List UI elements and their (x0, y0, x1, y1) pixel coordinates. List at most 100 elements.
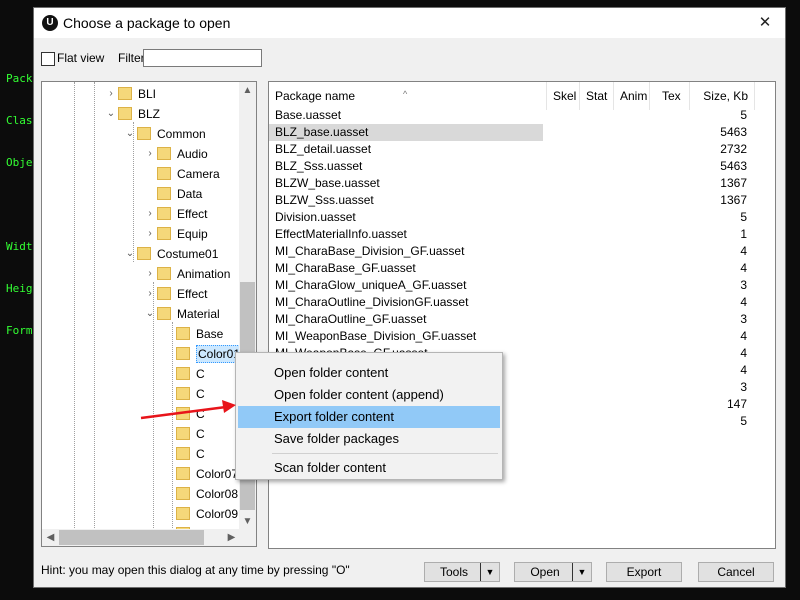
console-line: Clas (6, 114, 33, 127)
column-header-skel[interactable]: Skel (547, 82, 580, 110)
tree-item-label: Effect (177, 207, 208, 221)
tools-dropdown-arrow-icon[interactable]: ▼ (480, 563, 499, 581)
tree-item-label: Animation (177, 267, 231, 281)
console-line: Heig (6, 282, 33, 295)
menu-item-open-folder-content-append[interactable]: Open folder content (append) (238, 384, 500, 406)
table-row[interactable]: EffectMaterialInfo.uasset 1 (269, 226, 775, 243)
expand-chevron-icon[interactable]: › (144, 264, 156, 284)
size-cell: 3 (740, 380, 747, 394)
table-row[interactable]: MI_CharaOutline_DivisionGF.uasset 4 (269, 294, 775, 311)
cancel-button[interactable]: Cancel (698, 562, 774, 582)
flat-view-checkbox[interactable] (41, 52, 55, 66)
package-name-cell: BLZW_base.uasset (275, 176, 380, 190)
column-header-package-name[interactable]: Package name ^ (269, 82, 547, 110)
package-dialog: U Choose a package to open ✕ Flat view F… (33, 7, 786, 588)
size-cell: 4 (740, 329, 747, 343)
scroll-thumb[interactable] (59, 530, 204, 545)
table-row[interactable]: BLZW_Sss.uasset 1367 (269, 192, 775, 209)
table-row[interactable]: MI_CharaBase_Division_GF.uasset 4 (269, 243, 775, 260)
folder-icon (176, 507, 190, 520)
table-row[interactable]: Base.uasset 5 (269, 107, 775, 124)
title-bar: U Choose a package to open ✕ (34, 8, 785, 38)
scroll-left-arrow-icon[interactable]: ◀ (42, 529, 59, 546)
tree-item-label: Base (196, 327, 224, 341)
tree-horizontal-scrollbar[interactable]: ◀ ▶ (42, 529, 240, 546)
column-header-stat[interactable]: Stat (580, 82, 614, 110)
expand-chevron-icon[interactable]: ⌄ (124, 244, 136, 264)
open-button[interactable]: Open ▼ (514, 562, 592, 582)
table-row[interactable]: BLZ_base.uasset 5463 (269, 124, 775, 141)
size-cell: 3 (740, 278, 747, 292)
table-row[interactable]: MI_CharaGlow_uniqueA_GF.uasset 3 (269, 277, 775, 294)
expand-chevron-icon[interactable]: › (105, 84, 117, 104)
package-name-cell: Base.uasset (275, 108, 342, 122)
tree-item-label: Common (157, 127, 206, 141)
column-header-size[interactable]: Size, Kb (690, 82, 755, 110)
folder-icon (157, 147, 171, 160)
scroll-right-arrow-icon[interactable]: ▶ (223, 529, 240, 546)
folder-icon (176, 407, 190, 420)
folder-icon (176, 447, 190, 460)
size-cell: 147 (726, 397, 747, 411)
package-name-cell: BLZW_Sss.uasset (275, 193, 374, 207)
table-row[interactable]: BLZ_detail.uasset 2732 (269, 141, 775, 158)
filter-input[interactable] (143, 49, 262, 67)
expand-chevron-icon[interactable]: › (144, 204, 156, 224)
expand-chevron-icon[interactable]: › (144, 144, 156, 164)
tools-button-label: Tools (439, 565, 468, 579)
size-cell: 1367 (720, 176, 747, 190)
tree-item-label: Effect (177, 287, 208, 301)
menu-item-export-folder-content[interactable]: Export folder content (238, 406, 500, 428)
menu-item-scan-folder-content[interactable]: Scan folder content (238, 457, 500, 479)
table-row[interactable]: BLZ_Sss.uasset 5463 (269, 158, 775, 175)
expand-chevron-icon[interactable]: › (144, 284, 156, 304)
folder-icon (157, 287, 171, 300)
expand-chevron-icon[interactable]: ⌄ (124, 124, 136, 144)
scroll-down-arrow-icon[interactable]: ▼ (239, 513, 256, 530)
table-row[interactable]: MI_CharaBase_GF.uasset 4 (269, 260, 775, 277)
size-cell: 4 (740, 261, 747, 275)
expand-chevron-icon[interactable]: › (144, 224, 156, 244)
menu-separator (272, 453, 498, 454)
folder-icon (137, 127, 151, 140)
open-dropdown-arrow-icon[interactable]: ▼ (572, 563, 591, 581)
console-line: Widt (6, 240, 33, 253)
tree-item-label: C (196, 367, 205, 381)
tools-button[interactable]: Tools ▼ (424, 562, 500, 582)
folder-icon (176, 467, 190, 480)
menu-item-save-folder-packages[interactable]: Save folder packages (238, 428, 500, 450)
size-cell: 5 (740, 108, 747, 122)
table-row[interactable]: MI_WeaponBase_Division_GF.uasset 4 (269, 328, 775, 345)
flat-view-label: Flat view (57, 51, 105, 65)
folder-icon (157, 187, 171, 200)
size-cell: 1367 (720, 193, 747, 207)
size-cell: 5463 (720, 159, 747, 173)
expand-chevron-icon[interactable]: ⌄ (144, 304, 156, 324)
package-name-cell: BLZ_detail.uasset (275, 142, 372, 156)
folder-tree[interactable]: › BLI ⌄ BLZ ⌄ Common › Audio Camera Data › Effect › E… (41, 81, 257, 547)
export-button[interactable]: Export (606, 562, 682, 582)
scroll-corner (239, 529, 256, 546)
folder-icon (118, 87, 132, 100)
expand-chevron-icon[interactable]: ⌄ (105, 104, 117, 124)
package-name-cell: MI_CharaBase_Division_GF.uasset (275, 244, 465, 258)
background-console: Pack Clas Obje Widt Heig Form (6, 44, 33, 352)
folder-icon (176, 367, 190, 380)
console-line: Pack (6, 72, 33, 85)
tree-item-label: Camera (177, 167, 220, 181)
table-row[interactable]: MI_CharaOutline_GF.uasset 3 (269, 311, 775, 328)
tree-item-label: Equip (177, 227, 208, 241)
tree-item-label: Material (177, 307, 220, 321)
table-row[interactable]: BLZW_base.uasset 1367 (269, 175, 775, 192)
column-header-tex[interactable]: Tex (650, 82, 690, 110)
column-header-anim[interactable]: Anim (614, 82, 650, 110)
menu-item-open-folder-content[interactable]: Open folder content (238, 362, 500, 384)
close-button[interactable]: ✕ (745, 8, 785, 38)
table-row[interactable]: Division.uasset 5 (269, 209, 775, 226)
sort-ascending-icon: ^ (403, 89, 408, 99)
size-cell: 4 (740, 295, 747, 309)
scroll-up-arrow-icon[interactable]: ▲ (239, 82, 256, 99)
tree-item-label: C (196, 447, 205, 461)
tree-guide-line (94, 82, 95, 530)
package-name-cell: EffectMaterialInfo.uasset (275, 227, 407, 241)
